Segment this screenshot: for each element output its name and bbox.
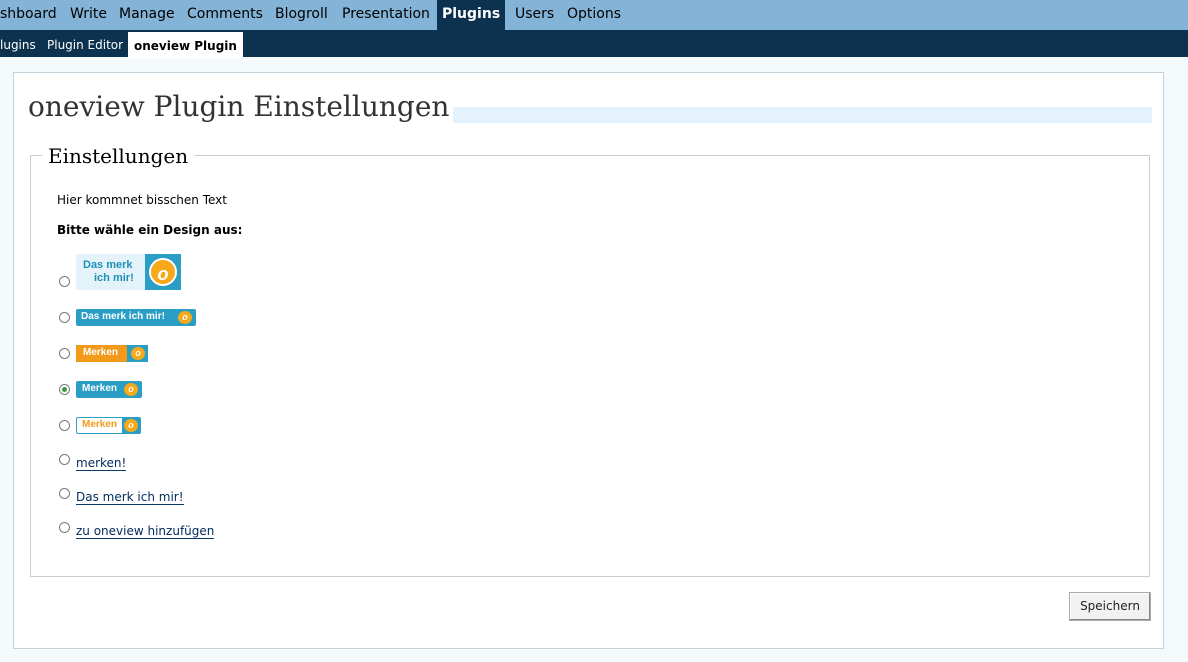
fieldset-legend: Einstellungen (42, 142, 195, 170)
oneview-logo-icon: o (178, 311, 192, 324)
settings-fieldset (30, 155, 1150, 577)
subnav-plugin-editor[interactable]: Plugin Editor (47, 30, 123, 57)
design-radio-2[interactable] (59, 312, 70, 323)
design-image-wide-label: Das merk ich mir! (81, 311, 165, 322)
nav-users[interactable]: Users (515, 0, 554, 30)
nav-dashboard[interactable]: shboard (0, 0, 57, 30)
design-radio-6[interactable] (59, 454, 70, 465)
save-button[interactable]: Speichern (1069, 592, 1151, 621)
design-label: Bitte wähle ein Design aus: (57, 223, 243, 237)
design-image-merken-orange[interactable]: Merken o (76, 345, 148, 362)
design-image-large-line1: Das merk (83, 259, 133, 271)
design-radio-1[interactable] (59, 276, 70, 287)
intro-text: Hier kommnet bisschen Text (57, 193, 227, 207)
subnav-plugins[interactable]: lugins (0, 30, 36, 57)
page-title: oneview Plugin Einstellungen (28, 88, 454, 126)
nav-blogroll[interactable]: Blogroll (275, 0, 328, 30)
design-radio-8[interactable] (59, 522, 70, 533)
design-link-das-merk-ich-mir[interactable]: Das merk ich mir! (76, 490, 184, 505)
subnav-oneview-plugin[interactable]: oneview Plugin (128, 32, 243, 58)
design-link-merken[interactable]: merken! (76, 456, 127, 471)
design-image-wide[interactable]: Das merk ich mir! o (76, 309, 196, 326)
design-image-merken-white-label: Merken (82, 419, 118, 430)
sub-navigation: lugins Plugin Editor oneview Plugin (0, 30, 1188, 58)
design-radio-5[interactable] (59, 420, 70, 431)
nav-plugins[interactable]: Plugins (437, 0, 506, 30)
design-link-zu-oneview-hinzufuegen[interactable]: zu oneview hinzufügen (76, 524, 215, 539)
nav-options[interactable]: Options (567, 0, 621, 30)
oneview-logo-icon: o (149, 258, 177, 286)
design-radio-4[interactable] (59, 384, 70, 395)
design-image-merken-white[interactable]: Merken o (76, 417, 141, 434)
nav-write[interactable]: Write (70, 0, 107, 30)
top-navigation: shboard Write Manage Comments Blogroll P… (0, 0, 1188, 30)
oneview-logo-icon: o (124, 419, 138, 432)
nav-presentation[interactable]: Presentation (342, 0, 430, 30)
design-image-merken-blue-label: Merken (82, 383, 118, 394)
content-panel: oneview Plugin Einstellungen Einstellung… (13, 72, 1164, 649)
design-radio-7[interactable] (59, 488, 70, 499)
design-image-merken-blue[interactable]: Merken o (76, 381, 142, 398)
nav-comments[interactable]: Comments (187, 0, 263, 30)
oneview-logo-icon: o (124, 383, 138, 396)
nav-manage[interactable]: Manage (119, 0, 175, 30)
oneview-logo-icon: o (131, 347, 145, 360)
oneview-logo-box: o (145, 254, 181, 290)
design-image-large[interactable]: Das merk ich mir! o (76, 254, 181, 290)
design-image-large-line2: ich mir! (94, 272, 134, 284)
design-image-merken-orange-label: Merken (83, 347, 119, 358)
design-radio-3[interactable] (59, 348, 70, 359)
